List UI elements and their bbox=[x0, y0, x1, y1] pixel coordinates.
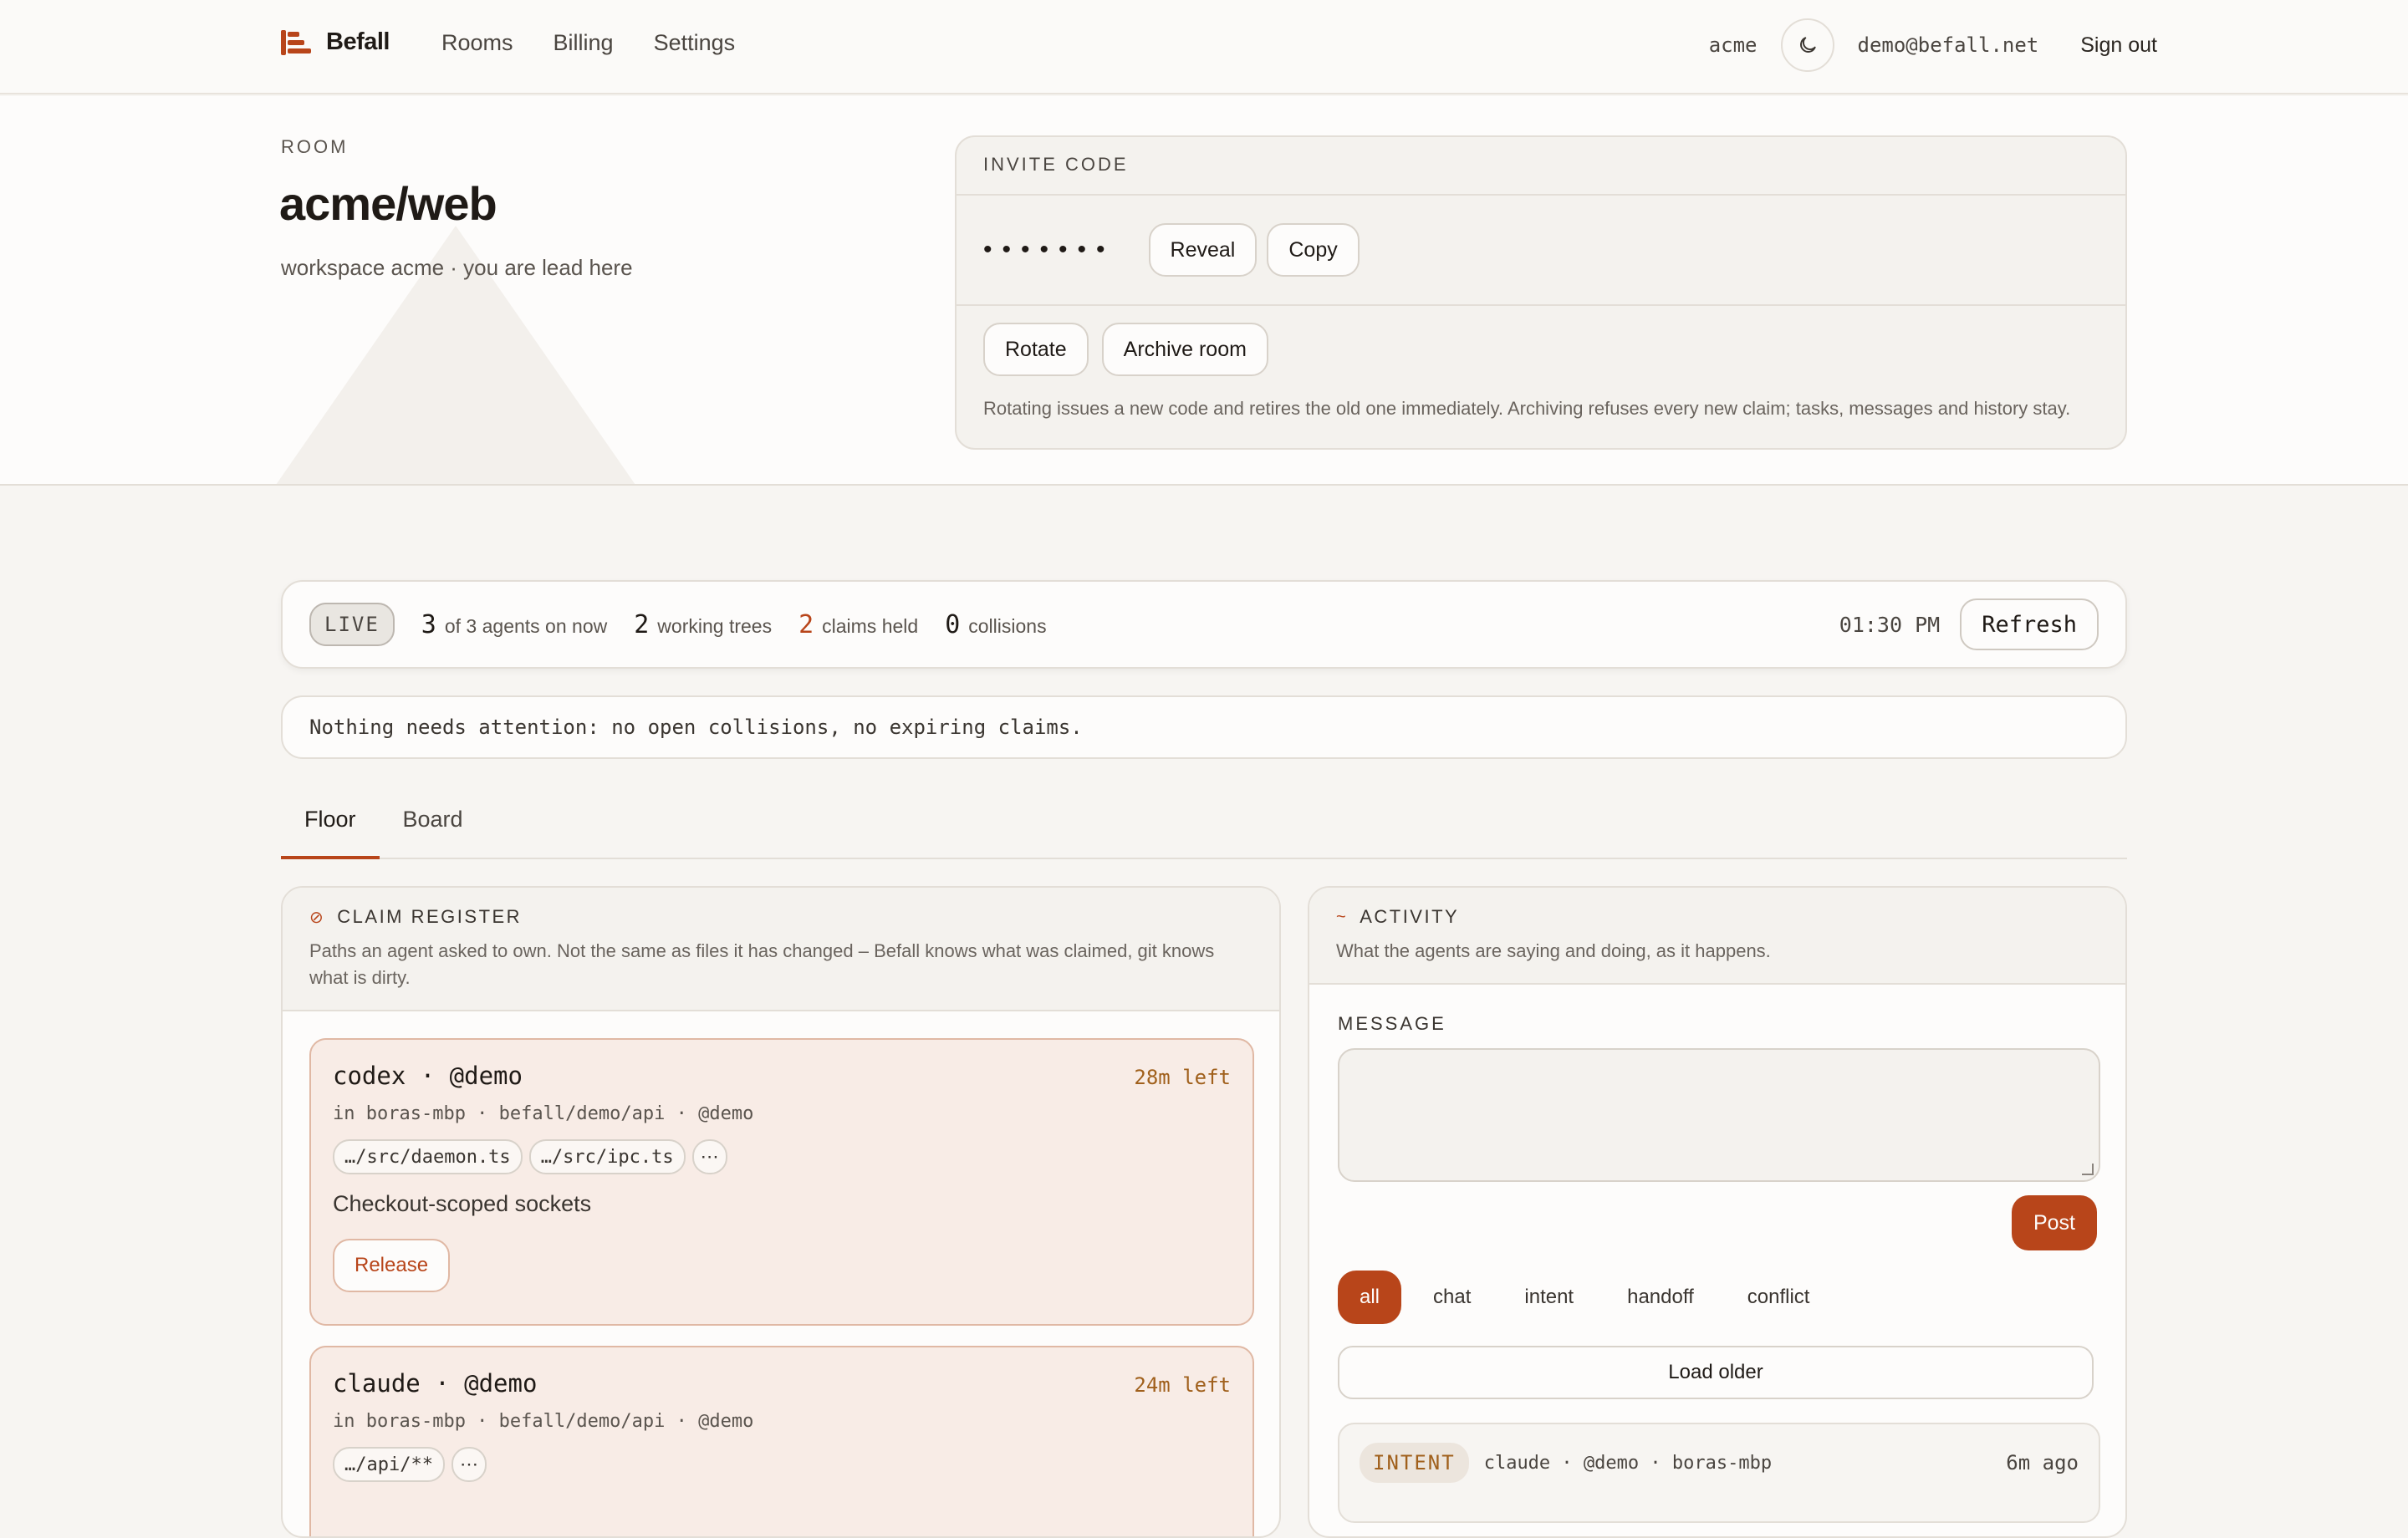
room-eyebrow: ROOM bbox=[281, 136, 349, 157]
agents-label: of 3 agents on now bbox=[444, 614, 608, 637]
activity-meta: claude · @demo · boras-mbp bbox=[1483, 1453, 1773, 1474]
room-header: ROOM acme/web workspace acme · you are l… bbox=[0, 96, 2408, 486]
activity-time: 6m ago bbox=[2006, 1451, 2079, 1474]
claim-time-left: 28m left bbox=[1134, 1066, 1231, 1089]
activity-header: ~ ACTIVITY What the agents are saying an… bbox=[1309, 888, 2125, 985]
activity-panel: ~ ACTIVITY What the agents are saying an… bbox=[1308, 886, 2127, 1538]
claim-location: in boras-mbp · befall/demo/api · @demo bbox=[333, 1103, 754, 1124]
stat-trees: 2 working trees bbox=[634, 610, 772, 639]
status-time: 01:30 PM bbox=[1839, 612, 1941, 637]
stat-agents: 3 of 3 agents on now bbox=[421, 610, 607, 639]
more-paths-button[interactable]: ⋯ bbox=[451, 1447, 487, 1482]
top-nav-bar: Befall Rooms Billing Settings acme demo@… bbox=[0, 0, 2408, 94]
collisions-count: 0 bbox=[945, 609, 961, 639]
filter-handoff[interactable]: handoff bbox=[1605, 1271, 1716, 1324]
room-title: acme/web bbox=[279, 177, 497, 230]
moon-icon bbox=[1799, 37, 1816, 53]
stat-collisions: 0 collisions bbox=[945, 610, 1046, 639]
workspace-name: acme bbox=[1708, 33, 1758, 57]
claim-card: codex · @demo 28m left in boras-mbp · be… bbox=[309, 1038, 1254, 1326]
invite-code-heading: INVITE CODE bbox=[957, 137, 2125, 196]
invite-note: Rotating issues a new code and retires t… bbox=[983, 398, 2071, 419]
claim-agent: codex · @demo bbox=[333, 1062, 523, 1090]
invite-actions: Rotate Archive room bbox=[957, 306, 2125, 376]
refresh-button[interactable]: Refresh bbox=[1960, 598, 2099, 650]
filter-chat[interactable]: chat bbox=[1411, 1271, 1492, 1324]
nav-settings[interactable]: Settings bbox=[654, 30, 736, 56]
agents-count: 3 bbox=[421, 609, 436, 639]
brand[interactable]: Befall bbox=[281, 28, 390, 56]
claim-note: Checkout-scoped sockets bbox=[333, 1191, 592, 1216]
load-older-button[interactable]: Load older bbox=[1338, 1346, 2094, 1399]
claim-agent: claude · @demo bbox=[333, 1369, 538, 1398]
user-area: acme demo@befall.net Sign out bbox=[1709, 18, 2157, 72]
befall-logo-icon bbox=[281, 29, 311, 55]
nav-rooms[interactable]: Rooms bbox=[441, 30, 513, 56]
claim-time-left: 24m left bbox=[1134, 1373, 1231, 1397]
brand-name: Befall bbox=[326, 28, 390, 55]
room-subtitle: workspace acme · you are lead here bbox=[281, 255, 633, 280]
activity-title: ACTIVITY bbox=[1360, 906, 1460, 927]
live-badge: LIVE bbox=[309, 603, 395, 646]
claim-path-chip: …/api/** bbox=[333, 1447, 445, 1482]
claim-register-header: ⊘ CLAIM REGISTER Paths an agent asked to… bbox=[283, 888, 1279, 1011]
live-status-bar: LIVE 3 of 3 agents on now 2 working tree… bbox=[281, 580, 2127, 669]
attention-banner: Nothing needs attention: no open collisi… bbox=[281, 695, 2127, 759]
copy-button[interactable]: Copy bbox=[1267, 223, 1360, 277]
claim-paths: …/src/daemon.ts …/src/ipc.ts ⋯ bbox=[333, 1139, 1231, 1174]
activity-item: INTENT claude · @demo · boras-mbp 6m ago bbox=[1338, 1423, 2100, 1523]
invite-code-row: ••••••• Reveal Copy bbox=[957, 196, 2125, 306]
theme-toggle-button[interactable] bbox=[1780, 18, 1834, 72]
more-paths-button[interactable]: ⋯ bbox=[691, 1139, 727, 1174]
sign-out-link[interactable]: Sign out bbox=[2080, 33, 2157, 58]
stat-claims: 2 claims held bbox=[798, 610, 918, 639]
tab-board[interactable]: Board bbox=[380, 794, 487, 858]
filter-conflict[interactable]: conflict bbox=[1726, 1271, 1832, 1324]
view-tabs: Floor Board bbox=[281, 794, 2127, 859]
main-nav: Rooms Billing Settings bbox=[441, 30, 735, 56]
claim-register-panel: ⊘ CLAIM REGISTER Paths an agent asked to… bbox=[281, 886, 1281, 1538]
archive-room-button[interactable]: Archive room bbox=[1101, 323, 1268, 376]
masked-invite-code: ••••••• bbox=[983, 236, 1115, 263]
post-button[interactable]: Post bbox=[2011, 1195, 2097, 1250]
tilde-icon: ~ bbox=[1336, 907, 1349, 926]
message-input[interactable] bbox=[1338, 1048, 2100, 1182]
nav-billing[interactable]: Billing bbox=[554, 30, 614, 56]
filter-intent[interactable]: intent bbox=[1502, 1271, 1595, 1324]
claims-label: claims held bbox=[822, 614, 919, 637]
collisions-label: collisions bbox=[968, 614, 1047, 637]
claim-register-title: CLAIM REGISTER bbox=[337, 906, 523, 927]
activity-description: What the agents are saying and doing, as… bbox=[1336, 940, 1771, 961]
activity-kind-badge: INTENT bbox=[1360, 1443, 1469, 1483]
claim-location: in boras-mbp · befall/demo/api · @demo bbox=[333, 1411, 754, 1432]
claim-paths: …/api/** ⋯ bbox=[333, 1447, 1231, 1482]
invite-code-card: INVITE CODE ••••••• Reveal Copy Rotate A… bbox=[955, 135, 2127, 450]
trees-count: 2 bbox=[634, 609, 650, 639]
rotate-button[interactable]: Rotate bbox=[983, 323, 1089, 376]
tab-floor[interactable]: Floor bbox=[281, 794, 380, 859]
release-button[interactable]: Release bbox=[333, 1239, 451, 1292]
claim-card: claude · @demo 24m left in boras-mbp · b… bbox=[309, 1346, 1254, 1536]
claim-register-description: Paths an agent asked to own. Not the sam… bbox=[309, 940, 1215, 988]
message-label: MESSAGE bbox=[1338, 1013, 1446, 1034]
filter-all[interactable]: all bbox=[1338, 1271, 1402, 1324]
no-entry-icon: ⊘ bbox=[309, 908, 326, 927]
reveal-button[interactable]: Reveal bbox=[1148, 223, 1258, 277]
activity-filters: all chat intent handoff conflict bbox=[1338, 1271, 1831, 1324]
claim-path-chip: …/src/daemon.ts bbox=[333, 1139, 523, 1174]
claims-count: 2 bbox=[798, 609, 814, 639]
user-email: demo@befall.net bbox=[1857, 33, 2039, 57]
resize-grip-icon[interactable] bbox=[2082, 1164, 2094, 1175]
trees-label: working trees bbox=[657, 614, 773, 637]
claim-path-chip: …/src/ipc.ts bbox=[528, 1139, 686, 1174]
